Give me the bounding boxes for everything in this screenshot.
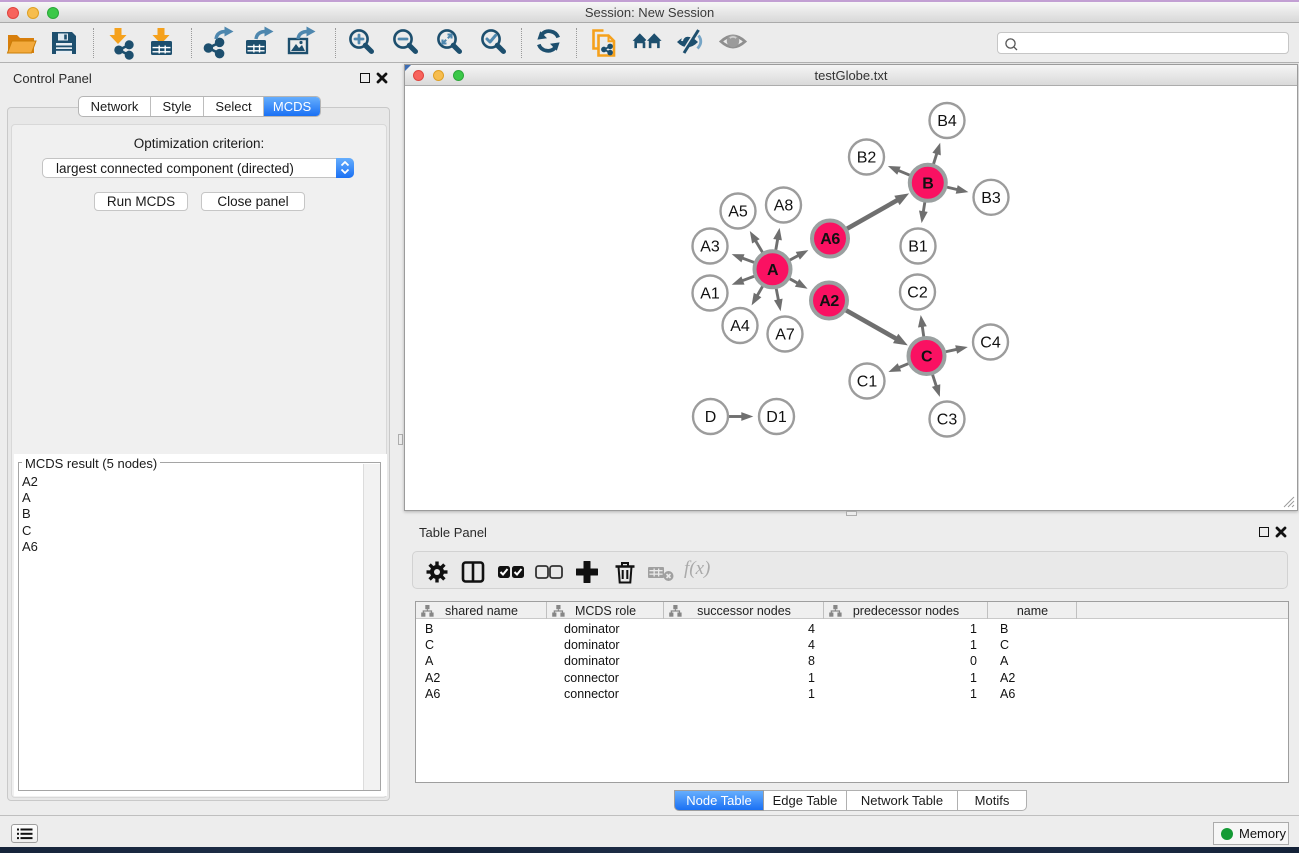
- svg-text:D1: D1: [766, 409, 787, 426]
- svg-text:D: D: [705, 409, 717, 426]
- svg-text:A8: A8: [774, 198, 794, 215]
- svg-text:A4: A4: [730, 318, 750, 335]
- svg-text:A1: A1: [700, 286, 720, 303]
- svg-text:B3: B3: [981, 190, 1001, 207]
- svg-text:A: A: [767, 262, 779, 279]
- svg-text:C1: C1: [857, 374, 878, 391]
- svg-text:A6: A6: [820, 231, 840, 248]
- svg-text:C2: C2: [907, 285, 928, 302]
- svg-text:C3: C3: [937, 412, 958, 429]
- svg-text:A2: A2: [819, 293, 839, 310]
- svg-text:C: C: [921, 349, 933, 366]
- svg-text:A3: A3: [700, 239, 720, 256]
- svg-text:B1: B1: [908, 239, 928, 256]
- svg-text:A5: A5: [728, 204, 748, 221]
- svg-text:A7: A7: [775, 327, 795, 344]
- svg-text:C4: C4: [980, 335, 1001, 352]
- svg-text:B2: B2: [857, 150, 877, 167]
- svg-text:B4: B4: [937, 113, 957, 130]
- svg-text:B: B: [922, 175, 933, 192]
